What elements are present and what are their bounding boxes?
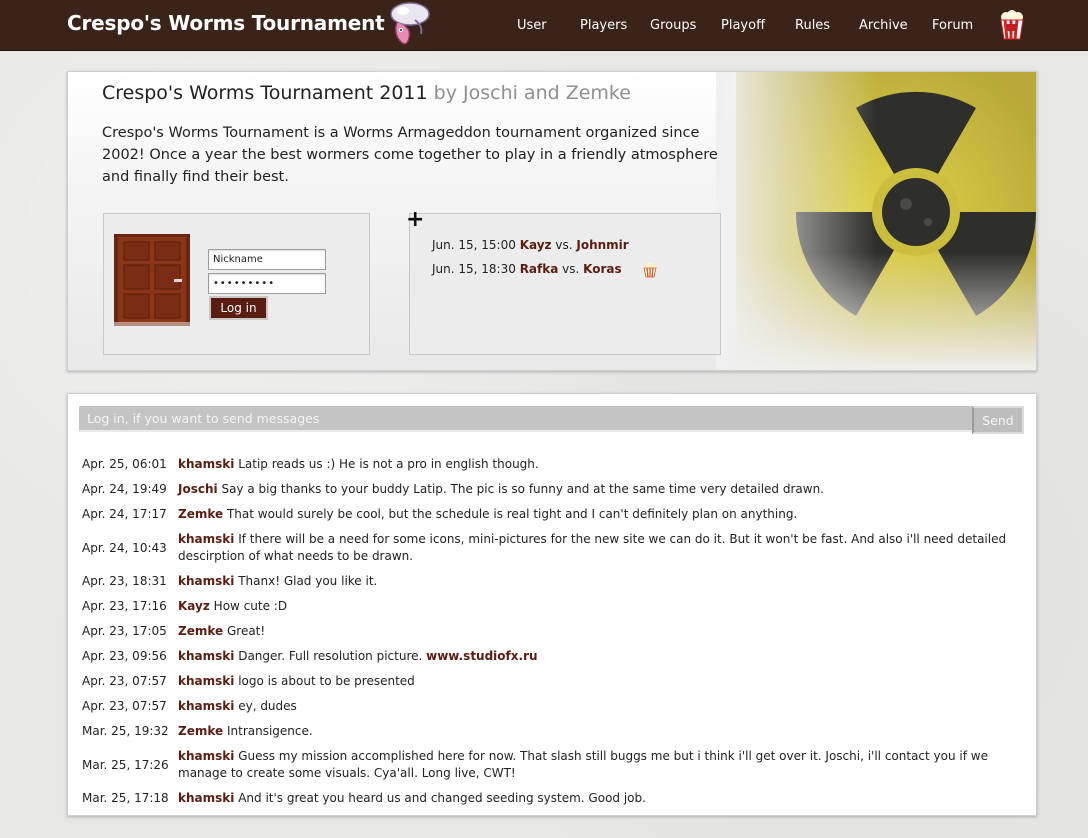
message-author[interactable]: Zemke	[178, 724, 223, 738]
login-button[interactable]: Log in	[209, 296, 268, 320]
message-text: If there will be a need for some icons, …	[178, 532, 1007, 563]
message-author[interactable]: Joschi	[178, 482, 218, 496]
message-time: Apr. 24, 19:49	[82, 482, 167, 496]
message-author[interactable]: khamski	[178, 532, 234, 546]
message-time: Apr. 23, 07:57	[82, 699, 167, 713]
message-text: And it's great you heard us and changed …	[238, 791, 646, 805]
message-text: Great!	[226, 624, 266, 638]
match-time: Jun. 15, 15:00	[432, 238, 516, 252]
tournament-byline: by Joschi and Zemke	[433, 82, 631, 104]
tournament-title: Crespo's Worms Tournament 2011	[102, 82, 428, 104]
page-title: Crespo's Worms Tournament 2011 by Joschi…	[102, 82, 631, 104]
message-time: Apr. 23, 18:31	[82, 574, 167, 588]
message-time: Apr. 23, 07:57	[82, 674, 167, 688]
nav-user[interactable]: User	[517, 18, 547, 33]
message-author[interactable]: khamski	[178, 574, 234, 588]
send-button[interactable]: Send	[972, 406, 1024, 434]
nav-archive[interactable]: Archive	[859, 18, 908, 33]
message-author[interactable]: Kayz	[178, 599, 210, 613]
popcorn-icon[interactable]	[643, 262, 657, 278]
message-time: Apr. 23, 09:56	[82, 649, 167, 663]
site-title[interactable]: Crespo's Worms Tournament	[67, 11, 385, 35]
message-author[interactable]: Zemke	[178, 507, 223, 521]
match-row[interactable]: Jun. 15, 18:30 Rafka vs. Koras	[432, 262, 622, 276]
message-text: Say a big thanks to your buddy Latip. Th…	[221, 482, 824, 496]
door-icon	[114, 234, 190, 326]
nav-rules[interactable]: Rules	[795, 18, 830, 33]
match-row[interactable]: Jun. 15, 15:00 Kayz vs. Johnmir	[432, 238, 629, 252]
message-text: ey, dudes	[238, 699, 297, 713]
message-time: Apr. 23, 17:05	[82, 624, 167, 638]
message-text: Danger. Full resolution picture.	[238, 649, 427, 663]
match-player-home[interactable]: Rafka	[520, 262, 559, 276]
password-field[interactable]	[208, 273, 326, 294]
message-time: Apr. 24, 10:43	[82, 541, 167, 555]
message-text: That would surely be cool, but the sched…	[226, 507, 798, 521]
message-author[interactable]: khamski	[178, 457, 234, 471]
nav-playoff[interactable]: Playoff	[721, 18, 765, 33]
match-player-away[interactable]: Koras	[583, 262, 622, 276]
nickname-field[interactable]	[208, 249, 326, 270]
message-author[interactable]: khamski	[178, 674, 234, 688]
hero-gradient-overlay	[716, 72, 876, 370]
nav-forum[interactable]: Forum	[932, 18, 973, 33]
message-author[interactable]: Zemke	[178, 624, 223, 638]
message-time: Mar. 25, 19:32	[82, 724, 169, 738]
message-time: Apr. 24, 17:17	[82, 507, 167, 521]
message-text: Latip reads us :) He is not a pro in eng…	[238, 457, 539, 471]
match-vs: vs.	[555, 238, 573, 252]
top-navigation-bar: Crespo's Worms Tournament User Players G…	[0, 0, 1088, 51]
message-time: Mar. 25, 17:26	[82, 758, 169, 772]
message-author[interactable]: khamski	[178, 699, 234, 713]
message-author[interactable]: khamski	[178, 649, 234, 663]
match-player-home[interactable]: Kayz	[520, 238, 552, 252]
match-vs: vs.	[562, 262, 580, 276]
message-text: Thanx! Glad you like it.	[238, 574, 378, 588]
match-player-away[interactable]: Johnmir	[576, 238, 628, 252]
tournament-description: Crespo's Worms Tournament is a Worms Arm…	[102, 125, 718, 185]
message-text: How cute :D	[213, 599, 288, 613]
popcorn-icon[interactable]	[998, 10, 1026, 40]
message-time: Mar. 25, 17:18	[82, 791, 169, 805]
message-time: Apr. 23, 17:16	[82, 599, 167, 613]
message-author[interactable]: khamski	[178, 791, 234, 805]
nav-players[interactable]: Players	[580, 18, 627, 33]
match-time: Jun. 15, 18:30	[432, 262, 516, 276]
shoutbox-panel: Send Apr. 25, 06:01 khamski Latip reads …	[67, 393, 1037, 816]
message-text: Intransigence.	[226, 724, 313, 738]
upcoming-matches-box: + Jun. 15, 15:00 Kayz vs. Johnmir Jun. 1…	[406, 209, 721, 355]
message-author[interactable]: khamski	[178, 749, 234, 763]
plus-icon[interactable]: +	[406, 209, 424, 231]
worm-mascot-logo	[390, 2, 430, 45]
nav-groups[interactable]: Groups	[650, 18, 696, 33]
hero-panel: Crespo's Worms Tournament 2011 by Joschi…	[67, 71, 1037, 371]
login-box: Log in	[103, 213, 370, 355]
message-text: logo is about to be presented	[238, 674, 415, 688]
message-link[interactable]: www.studiofx.ru	[426, 649, 537, 663]
message-input[interactable]	[79, 406, 972, 432]
message-text: Guess my mission accomplished here for n…	[178, 749, 988, 780]
message-time: Apr. 25, 06:01	[82, 457, 167, 471]
